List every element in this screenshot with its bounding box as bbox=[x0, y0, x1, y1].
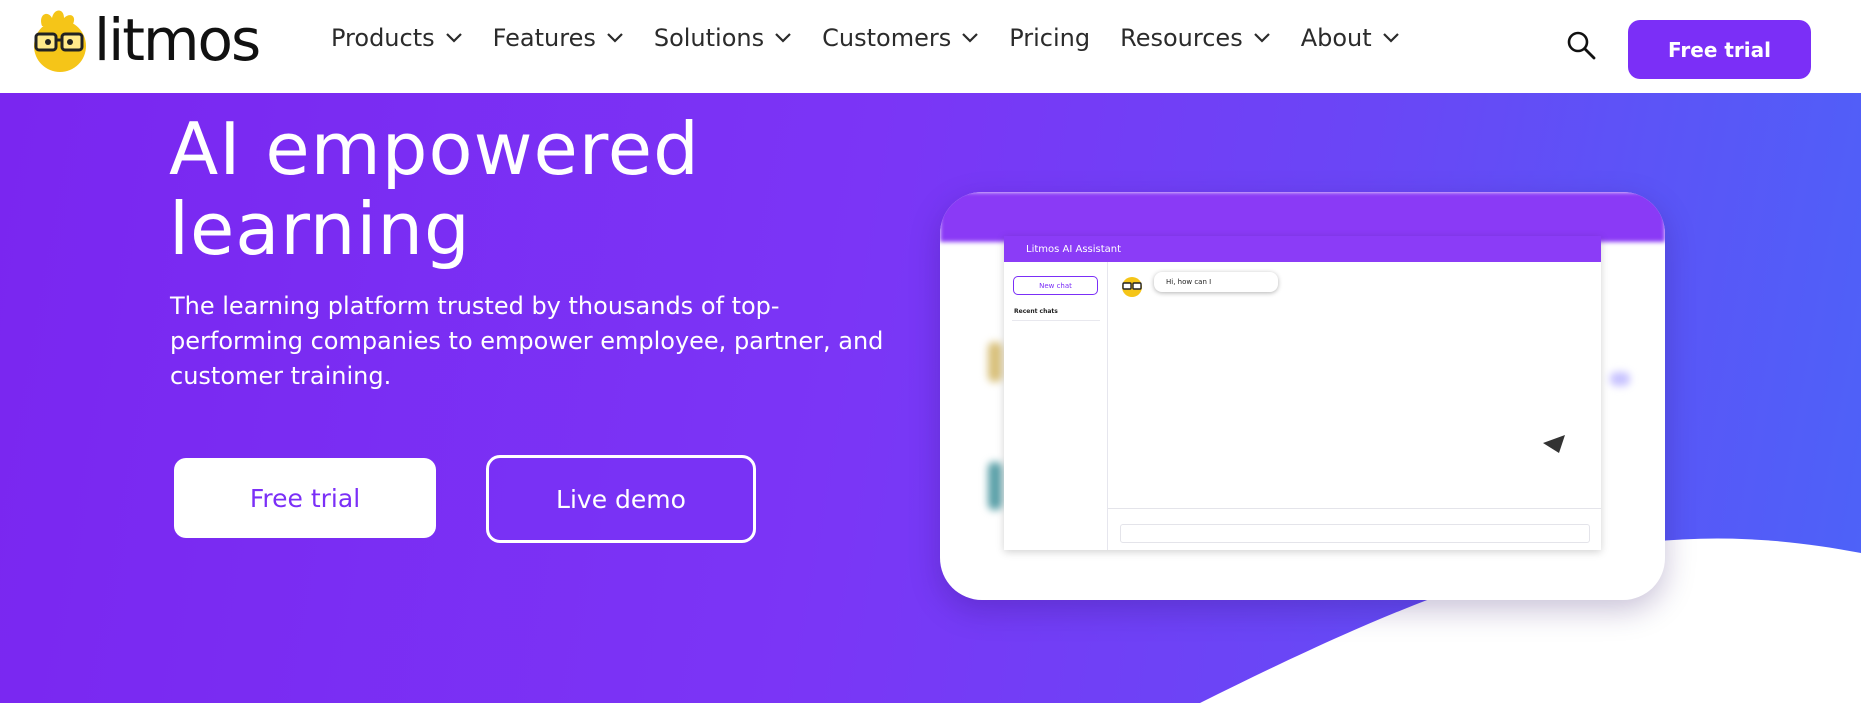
nav-about-label: About bbox=[1300, 24, 1372, 52]
hero-title-line-2: learning bbox=[169, 187, 471, 271]
assistant-sidebar: New chat Recent chats bbox=[1004, 262, 1108, 550]
nav-about[interactable]: About bbox=[1301, 24, 1400, 52]
preview-blurred-topbar bbox=[940, 192, 1665, 242]
preview-blurred-content bbox=[1610, 372, 1630, 386]
ai-assistant-window: Litmos AI Assistant New chat Recent chat… bbox=[1004, 236, 1601, 550]
nav-resources[interactable]: Resources bbox=[1120, 24, 1271, 52]
hero-subtitle: The learning platform trusted by thousan… bbox=[170, 292, 884, 390]
nav-products-label: Products bbox=[331, 24, 435, 52]
site-header: litmos Products Features Solutions Custo… bbox=[0, 0, 1861, 93]
divider bbox=[1108, 508, 1601, 509]
nav-features[interactable]: Features bbox=[493, 24, 624, 52]
nav-products[interactable]: Products bbox=[331, 24, 463, 52]
chevron-down-icon bbox=[607, 33, 623, 43]
litmos-logo[interactable]: litmos bbox=[28, 4, 288, 76]
header-free-trial-button[interactable]: Free trial bbox=[1628, 20, 1811, 79]
assistant-avatar-icon bbox=[1122, 277, 1142, 297]
chat-message-input[interactable] bbox=[1120, 524, 1590, 543]
chevron-down-icon bbox=[1253, 33, 1270, 43]
assistant-message-bubble: Hi, how can I bbox=[1154, 272, 1278, 292]
product-preview-card: Litmos AI Assistant New chat Recent chat… bbox=[940, 192, 1665, 600]
assistant-window-title: Litmos AI Assistant bbox=[1004, 236, 1601, 262]
nav-solutions-label: Solutions bbox=[653, 24, 765, 52]
logo-wordmark: litmos bbox=[94, 6, 261, 74]
chevron-down-icon bbox=[775, 33, 791, 43]
send-icon[interactable] bbox=[1541, 433, 1567, 455]
hero-free-trial-button[interactable]: Free trial bbox=[174, 458, 436, 538]
nav-pricing[interactable]: Pricing bbox=[1009, 24, 1090, 52]
hero-title: AI empowered learning bbox=[169, 109, 869, 269]
chevron-down-icon bbox=[962, 33, 978, 43]
search-icon[interactable] bbox=[1566, 30, 1596, 60]
new-chat-button[interactable]: New chat bbox=[1013, 276, 1098, 295]
recent-chats-label: Recent chats bbox=[1014, 308, 1058, 315]
divider bbox=[1012, 320, 1100, 321]
nav-customers[interactable]: Customers bbox=[822, 24, 979, 52]
nav-pricing-label: Pricing bbox=[1009, 24, 1091, 52]
chevron-down-icon bbox=[1382, 33, 1399, 43]
chevron-down-icon bbox=[445, 33, 462, 43]
hero-live-demo-button[interactable]: Live demo bbox=[486, 455, 756, 543]
hero-section: AI empowered learning The learning platf… bbox=[0, 93, 1861, 703]
nav-solutions[interactable]: Solutions bbox=[654, 24, 792, 52]
litmos-mascot-icon bbox=[34, 10, 86, 72]
main-nav: Products Features Solutions Customers Pr… bbox=[331, 24, 1430, 52]
nav-resources-label: Resources bbox=[1120, 24, 1243, 52]
preview-blurred-content bbox=[988, 342, 1002, 382]
preview-blurred-content bbox=[988, 462, 1002, 510]
nav-customers-label: Customers bbox=[822, 24, 952, 52]
hero-title-line-1: AI empowered bbox=[169, 107, 700, 191]
nav-features-label: Features bbox=[492, 24, 596, 52]
